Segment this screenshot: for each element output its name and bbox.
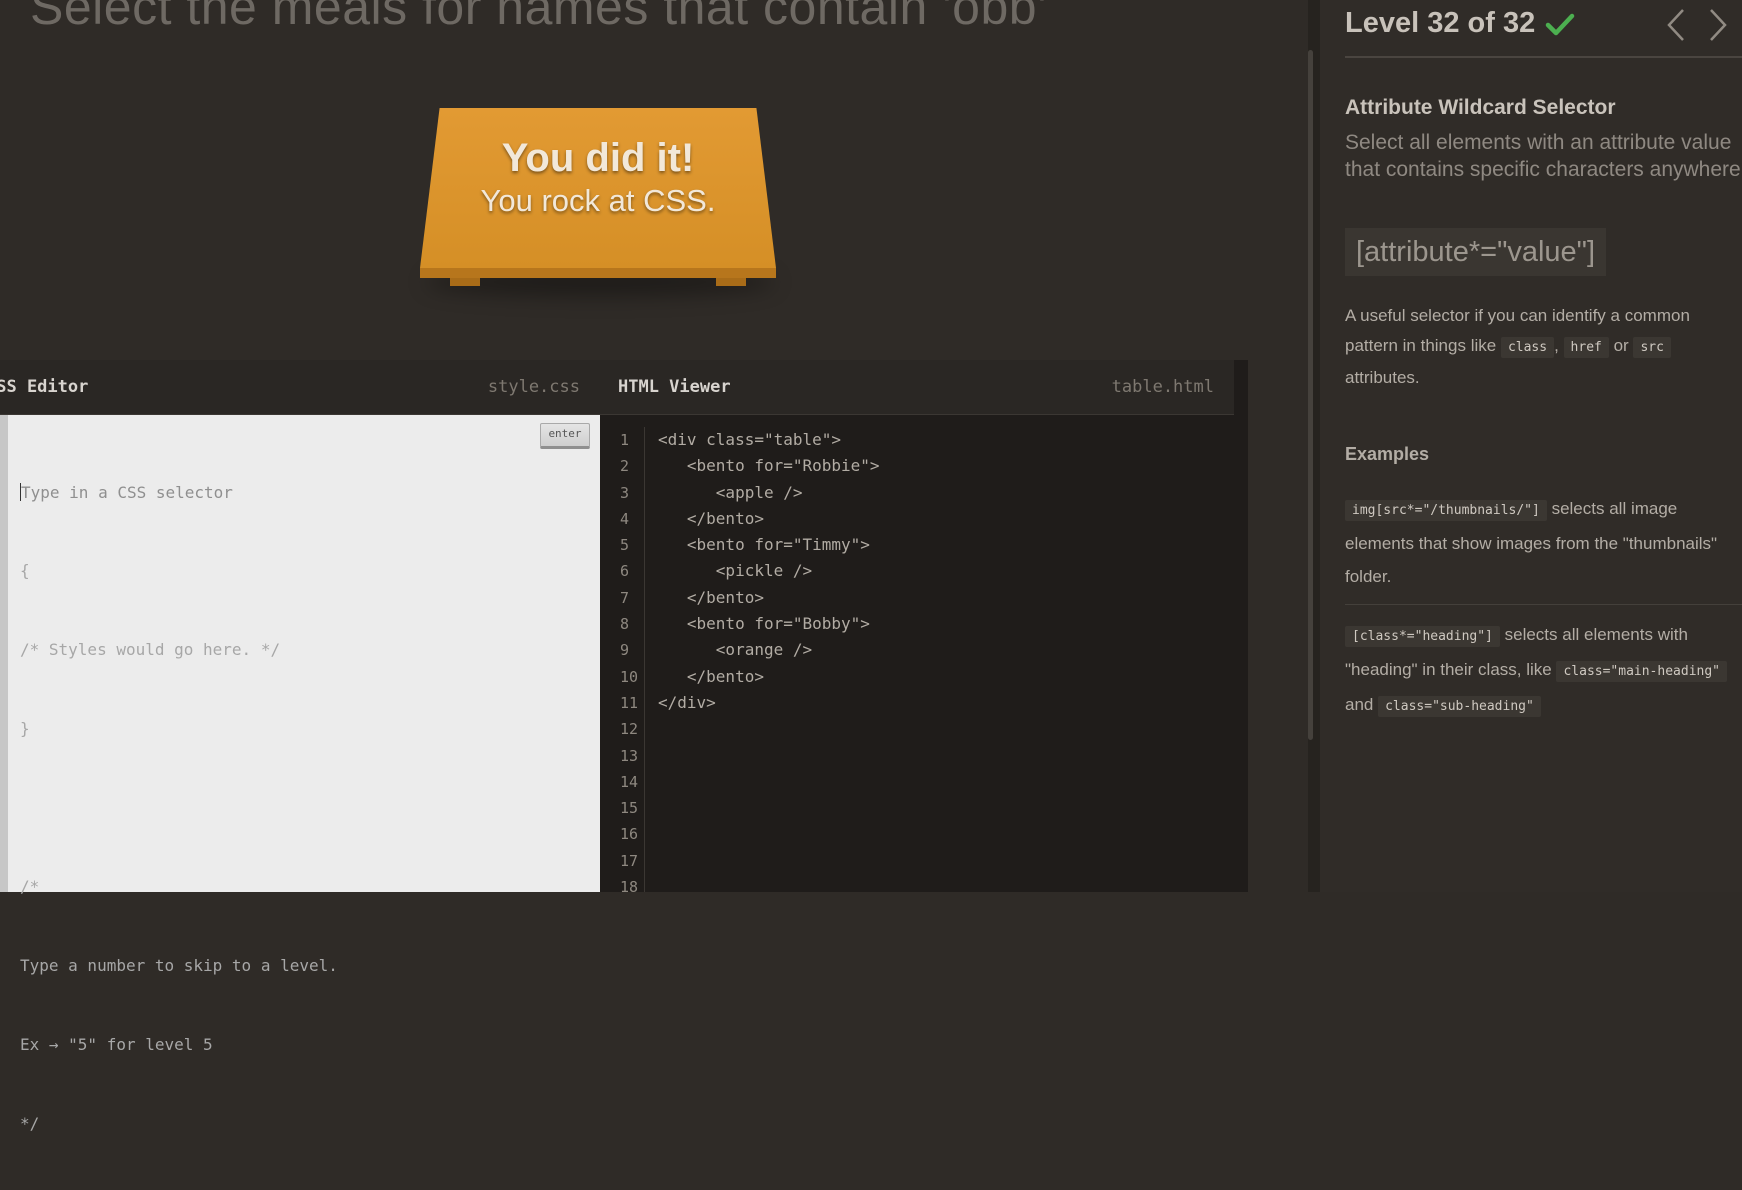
example-divider (1345, 604, 1742, 605)
css-code-line: */ (20, 1113, 40, 1133)
html-code-line[interactable]: </bento> (658, 664, 880, 690)
html-viewer-header: HTML Viewer table.html (600, 360, 1234, 415)
examples-title: Examples (1345, 444, 1430, 464)
table-leg-right (716, 278, 746, 286)
html-viewer-body: 1 2 3 4 5 6 7 8 9 10 11 12 13 14 15 16 1 (600, 415, 1234, 896)
example-code: [class*="heading"] (1345, 626, 1500, 647)
css-editor-header: CSS Editor style.css (0, 360, 600, 415)
css-editor-gutter (0, 415, 8, 892)
check-icon (1545, 13, 1575, 36)
line-number: 14 (620, 772, 639, 791)
css-code: { /* Styles would go here. */ } /* Type … (20, 427, 461, 1190)
line-number: 1 (620, 431, 630, 449)
line-number: 2 (620, 457, 630, 476)
line-number: 6 (620, 562, 630, 581)
chevron-right-icon[interactable] (1707, 8, 1729, 42)
level-instructions: Select the meals for names that contain … (30, 0, 1048, 35)
selector-description: Select all elements with an attribute va… (1345, 131, 1741, 181)
selector-hint: A useful selector if you can identify a … (1345, 301, 1742, 393)
win-subtitle: You rock at CSS. (480, 183, 716, 218)
html-viewer-filename: table.html (1111, 377, 1214, 397)
html-code-line[interactable]: <bento for="Timmy"> (658, 532, 880, 558)
line-number: 4 (620, 509, 630, 528)
line-numbers: 1 2 3 4 5 6 7 8 9 10 11 12 13 14 15 16 1 (600, 427, 645, 896)
hint-text: , (1554, 336, 1559, 355)
example-code: class="main-heading" (1556, 661, 1728, 682)
html-viewer-pane: HTML Viewer table.html 1 2 3 4 5 6 7 8 9… (600, 360, 1234, 896)
line-number: 13 (620, 746, 639, 765)
html-code-line[interactable]: <orange /> (658, 637, 880, 663)
table: You did it! You rock at CSS. (420, 108, 780, 296)
win-message: You did it! You rock at CSS. (420, 136, 776, 222)
html-code-line[interactable]: <bento for="Bobby"> (658, 611, 880, 637)
line-number: 11 (620, 693, 639, 712)
enter-button[interactable]: enter (540, 423, 590, 449)
code-chip: class (1500, 337, 1555, 358)
css-selector-input[interactable] (21, 482, 461, 502)
html-code: <div class="table"> <bento for="Robbie">… (658, 427, 880, 716)
code-chip: src (1633, 337, 1671, 358)
selector-name: Attribute Wildcard Selector (1345, 96, 1616, 119)
css-code-line: Type a number to skip to a level. (20, 955, 338, 975)
line-number: 18 (620, 878, 639, 897)
line-number: 8 (620, 615, 630, 634)
css-code-line: Ex → "5" for level 5 (20, 1034, 213, 1054)
css-code-line: /* Styles would go here. */ (20, 640, 281, 660)
example-code: class="sub-heading" (1378, 696, 1541, 717)
html-viewer-title: HTML Viewer (618, 377, 731, 397)
css-editor-title: CSS Editor (0, 377, 89, 397)
html-code-line[interactable]: <bento for="Robbie"> (658, 453, 880, 479)
chevron-left-icon[interactable] (1665, 8, 1687, 42)
html-code-line[interactable]: <pickle /> (658, 558, 880, 584)
scrollbar-thumb[interactable] (1308, 50, 1313, 740)
line-number: 15 (620, 799, 639, 818)
selector-syntax: [attribute*="value"] (1345, 228, 1607, 276)
line-number: 3 (620, 483, 630, 502)
game-area: Select the meals for names that contain … (0, 0, 1308, 1133)
html-code-line[interactable]: </bento> (658, 506, 880, 532)
line-number: 16 (620, 825, 639, 844)
css-editor-pane: CSS Editor style.css { /* Styles would g… (0, 360, 600, 1133)
html-code-line[interactable]: <div class="table"> (658, 427, 880, 453)
sidebar: Level 32 of 32 Attribute Wildcard Select… (1320, 0, 1742, 892)
line-number: 17 (620, 851, 639, 870)
example: [class*="heading"] selects all elements … (1345, 618, 1742, 723)
css-code-line: /* (20, 877, 40, 897)
css-code-line: } (20, 719, 30, 739)
line-number: 12 (620, 720, 639, 739)
code-chip: href (1563, 337, 1609, 358)
line-number: 10 (620, 667, 639, 686)
example-code: img[src*="/thumbnails/"] (1345, 500, 1547, 521)
css-code-line (20, 795, 461, 821)
table-edge (420, 268, 776, 278)
html-code-line[interactable]: </div> (658, 690, 880, 716)
css-editor-filename: style.css (487, 377, 580, 397)
level-indicator[interactable]: Level 32 of 32 (1345, 7, 1535, 40)
hint-text: attributes. (1345, 368, 1420, 387)
html-code-line[interactable]: <apple /> (658, 480, 880, 506)
line-number: 9 (620, 641, 630, 660)
table-leg-left (450, 278, 480, 286)
example: img[src*="/thumbnails/"] selects all ima… (1345, 492, 1742, 593)
level-header: Level 32 of 32 (1345, 0, 1742, 58)
example-text: and (1345, 695, 1374, 714)
css-editor-body: { /* Styles would go here. */ } /* Type … (0, 415, 600, 1133)
css-input-line (20, 480, 461, 506)
line-number: 5 (620, 536, 630, 555)
line-number: 7 (620, 588, 630, 607)
hint-text: or (1613, 336, 1629, 355)
html-code-line[interactable]: </bento> (658, 585, 880, 611)
editor: CSS Editor style.css { /* Styles would g… (0, 360, 1248, 1133)
win-title: You did it! (501, 136, 695, 180)
css-code-line: { (20, 561, 30, 581)
